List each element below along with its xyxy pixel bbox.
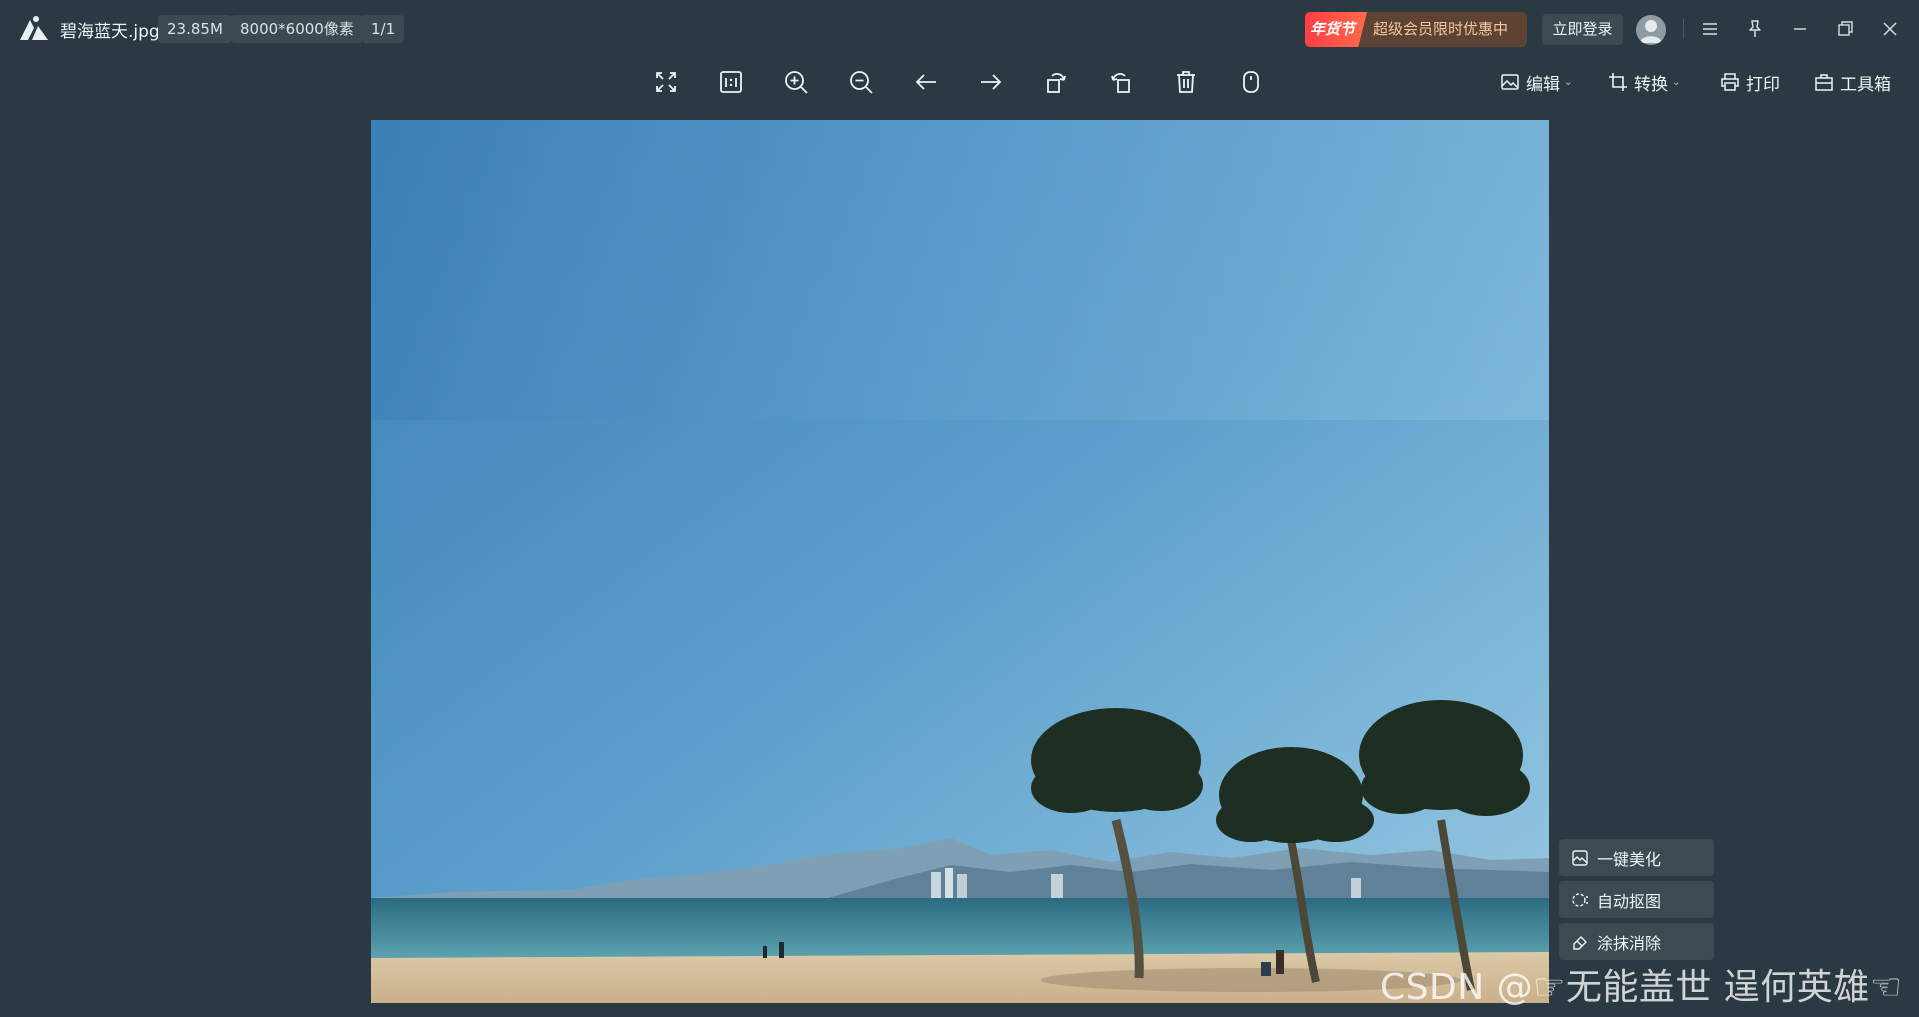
toolbox-label: 工具箱 (1840, 74, 1891, 95)
eraser-icon (1573, 935, 1587, 950)
print-icon (1721, 73, 1739, 91)
page-index-badge: 1/1 (362, 15, 405, 43)
print-label: 打印 (1746, 74, 1780, 95)
cutout-label: 自动抠图 (1597, 891, 1662, 911)
login-button[interactable]: 立即登录 (1542, 14, 1623, 45)
delete-icon[interactable] (1170, 66, 1202, 98)
chevron-down-icon: ⌄ (1672, 76, 1681, 88)
next-icon[interactable] (975, 66, 1007, 98)
beautify-label: 一键美化 (1597, 849, 1662, 869)
toolbox-icon (1815, 74, 1833, 91)
mouse-icon[interactable] (1235, 66, 1267, 98)
title-bar: 碧海蓝天.jpg 23.85M 8000*6000像素 1/1 年货节 超级会员… (0, 0, 1919, 58)
auto-cutout-button[interactable]: 自动抠图 (1559, 881, 1714, 918)
menu-icon[interactable] (1695, 14, 1725, 44)
print-button[interactable]: 打印 (1720, 68, 1780, 96)
erase-label: 涂抹消除 (1597, 933, 1662, 953)
image-edit-icon (1501, 74, 1519, 90)
toolbox-button[interactable]: 工具箱 (1814, 68, 1891, 96)
edit-label: 编辑 (1526, 74, 1560, 95)
rotate-right-icon[interactable] (1105, 66, 1137, 98)
divider (1683, 19, 1684, 39)
convert-label: 转换 (1634, 74, 1668, 95)
file-name: 碧海蓝天.jpg (60, 22, 160, 42)
convert-menu-button[interactable]: 转换 ⌄ (1608, 68, 1680, 96)
actual-size-icon[interactable] (715, 66, 747, 98)
close-icon[interactable] (1875, 14, 1905, 44)
image-dimensions-badge: 8000*6000像素 (231, 15, 363, 43)
beautify-icon (1572, 849, 1588, 866)
restore-icon[interactable] (1830, 14, 1860, 44)
crop-icon (1609, 73, 1627, 91)
app-logo-icon (18, 14, 50, 44)
beach-photo (371, 120, 1549, 1003)
edit-menu-button[interactable]: 编辑 ⌄ (1500, 68, 1572, 96)
one-click-beautify-button[interactable]: 一键美化 (1559, 839, 1714, 876)
promo-text: 超级会员限时优惠中 (1373, 20, 1509, 38)
previous-icon[interactable] (910, 66, 942, 98)
file-size-badge: 23.85M (158, 15, 232, 43)
rotate-left-icon[interactable] (1040, 66, 1072, 98)
chevron-down-icon: ⌄ (1564, 76, 1573, 88)
image-canvas[interactable] (371, 120, 1549, 1003)
pin-icon[interactable] (1740, 14, 1770, 44)
zoom-out-icon[interactable] (845, 66, 877, 98)
avatar[interactable] (1636, 15, 1666, 45)
cutout-icon (1572, 892, 1588, 907)
promo-banner[interactable]: 年货节 超级会员限时优惠中 (1305, 12, 1527, 47)
smear-erase-button[interactable]: 涂抹消除 (1559, 923, 1714, 960)
zoom-in-icon[interactable] (780, 66, 812, 98)
fullscreen-icon[interactable] (650, 66, 682, 98)
promo-tag: 年货节 (1305, 12, 1367, 47)
minimize-icon[interactable] (1785, 14, 1815, 44)
watermark: CSDN @☞无能盖世 逞何英雄☜ (1380, 967, 1903, 1008)
